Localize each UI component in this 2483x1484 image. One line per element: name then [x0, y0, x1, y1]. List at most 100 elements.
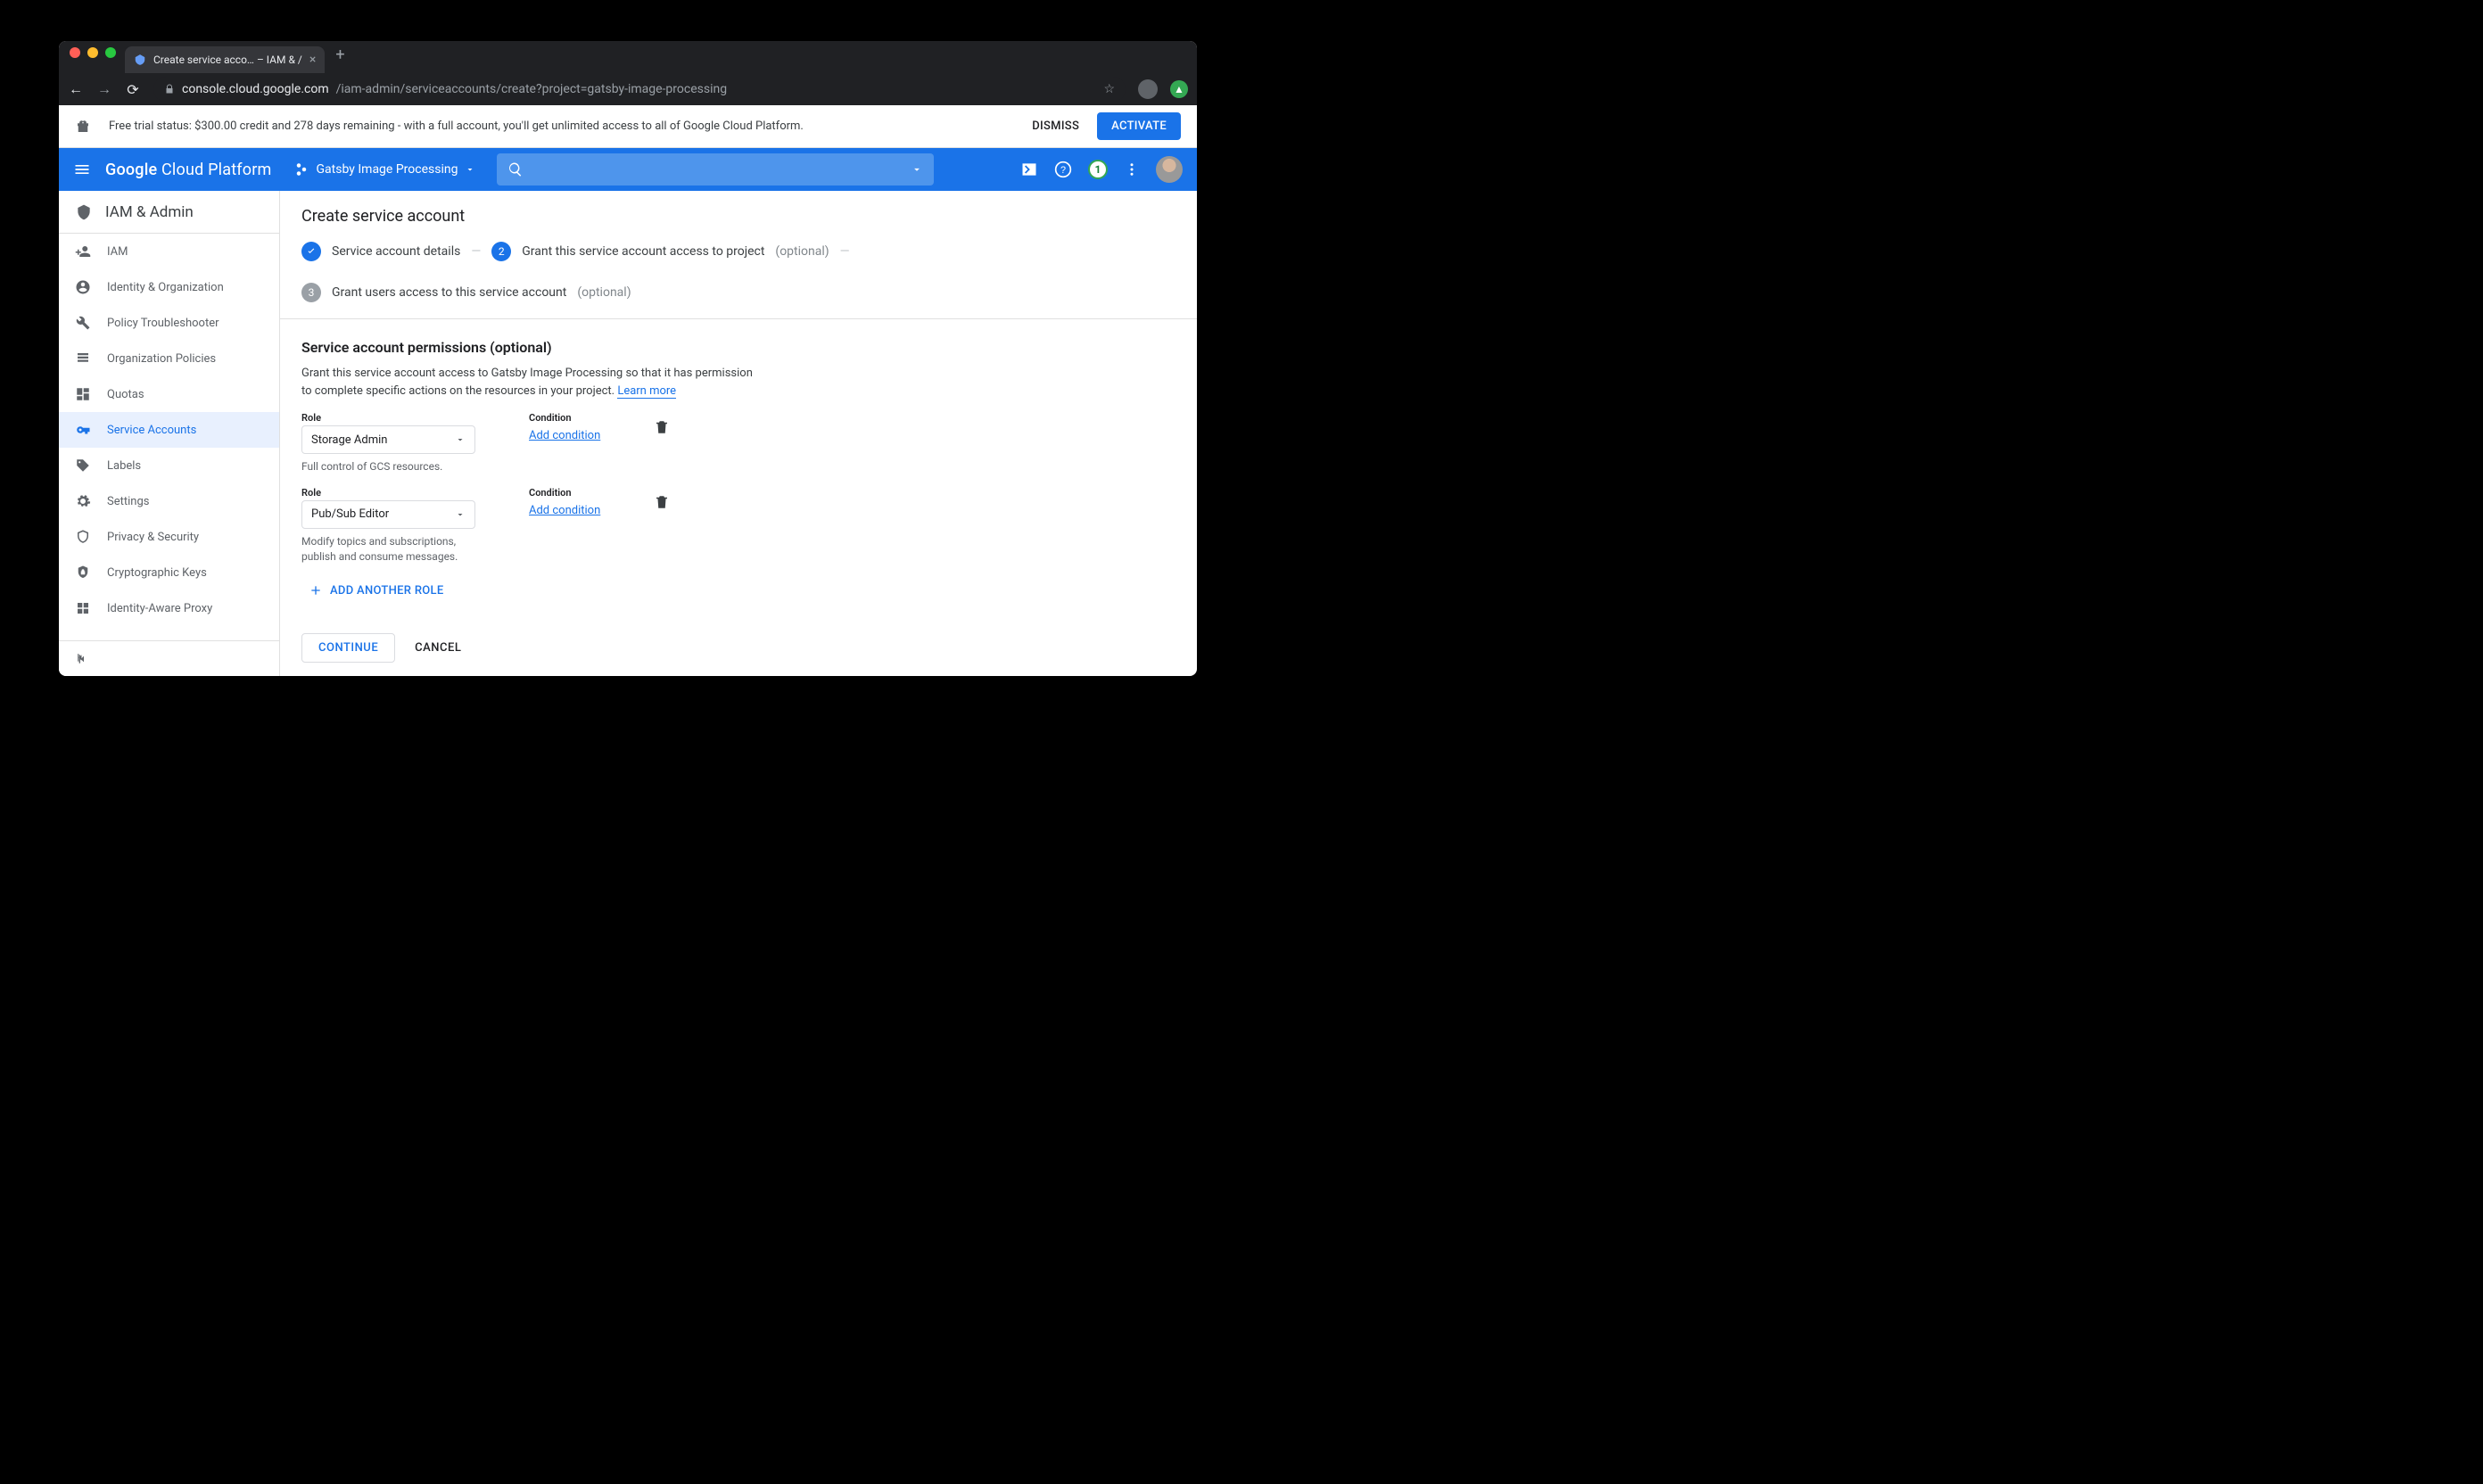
- step-3-optional: (optional): [577, 285, 631, 300]
- condition-label: Condition: [529, 412, 600, 424]
- sidebar-item-crypto-keys[interactable]: Cryptographic Keys: [59, 555, 279, 590]
- extension-icon[interactable]: ▲: [1170, 80, 1188, 98]
- sidebar-collapse-button[interactable]: [59, 640, 279, 676]
- browser-tab[interactable]: Create service acco… – IAM & / ×: [125, 46, 325, 73]
- trial-text: Free trial status: $300.00 credit and 27…: [109, 120, 804, 133]
- add-condition-link[interactable]: Add condition: [529, 429, 600, 442]
- role-select[interactable]: Storage Admin: [301, 425, 475, 454]
- step-2-label[interactable]: Grant this service account access to pro…: [522, 244, 764, 259]
- more-icon[interactable]: [1124, 161, 1140, 177]
- sidebar-item-label: IAM: [107, 245, 128, 259]
- gcp-header: Google Cloud Platform Gatsby Image Proce…: [59, 148, 1197, 191]
- wrench-icon: [75, 315, 91, 331]
- maximize-window-icon[interactable]: [105, 47, 116, 58]
- new-tab-button[interactable]: +: [325, 45, 355, 70]
- forward-button[interactable]: →: [96, 80, 112, 98]
- sidebar-item-quotas[interactable]: Quotas: [59, 376, 279, 412]
- minimize-window-icon[interactable]: [87, 47, 98, 58]
- grid-icon: [75, 600, 91, 616]
- sidebar-item-identity[interactable]: Identity & Organization: [59, 269, 279, 305]
- step-done-icon: [301, 242, 321, 261]
- sidebar-item-label: Cryptographic Keys: [107, 566, 207, 580]
- permissions-section: Service account permissions (optional) G…: [280, 319, 1197, 673]
- permissions-description: Grant this service account access to Gat…: [301, 365, 765, 400]
- shield-outline-icon: [75, 529, 91, 545]
- close-window-icon[interactable]: [70, 47, 80, 58]
- role-select[interactable]: Pub/Sub Editor: [301, 500, 475, 529]
- permissions-heading: Service account permissions (optional): [301, 339, 1176, 356]
- condition-label: Condition: [529, 487, 600, 499]
- continue-button[interactable]: CONTINUE: [301, 633, 395, 663]
- address-bar: ← → ⟳ console.cloud.google.com/iam-admin…: [59, 73, 1197, 105]
- back-button[interactable]: ←: [68, 80, 84, 98]
- sidebar-item-label: Labels: [107, 459, 141, 473]
- profile-avatar-icon[interactable]: [1138, 79, 1158, 99]
- add-another-role-button[interactable]: ADD ANOTHER ROLE: [309, 583, 1176, 598]
- account-avatar[interactable]: [1156, 156, 1183, 183]
- sidebar-item-org-policies[interactable]: Organization Policies: [59, 341, 279, 376]
- dash-icon: —: [840, 244, 850, 259]
- sidebar: IAM & Admin IAM Identity & Organization …: [59, 191, 280, 676]
- sidebar-item-iam[interactable]: IAM: [59, 234, 279, 269]
- help-icon[interactable]: ?: [1054, 161, 1072, 178]
- role-value: Pub/Sub Editor: [311, 507, 389, 521]
- dismiss-button[interactable]: DISMISS: [1032, 120, 1079, 133]
- header-right: ? 1: [1020, 156, 1183, 183]
- role-label: Role: [301, 487, 475, 499]
- gift-icon: [75, 119, 91, 135]
- trial-banner: Free trial status: $300.00 credit and 27…: [59, 105, 1197, 148]
- chevron-left-icon: [75, 652, 89, 666]
- delete-role-button[interactable]: [654, 419, 670, 435]
- tab-title: Create service acco… – IAM & /: [153, 54, 302, 66]
- body: IAM & Admin IAM Identity & Organization …: [59, 191, 1197, 676]
- url-field[interactable]: console.cloud.google.com/iam-admin/servi…: [153, 77, 1126, 102]
- sidebar-title: IAM & Admin: [59, 191, 279, 234]
- role-help: Full control of GCS resources.: [301, 459, 475, 474]
- search-input[interactable]: [532, 162, 902, 177]
- dropdown-icon: [455, 509, 466, 520]
- product-name[interactable]: Google Cloud Platform: [105, 161, 272, 179]
- browser-window: Create service acco… – IAM & / × + ← → ⟳…: [59, 41, 1197, 676]
- sidebar-item-label: Privacy & Security: [107, 531, 199, 544]
- person-add-icon: [75, 243, 91, 260]
- cloud-shell-icon[interactable]: [1020, 161, 1038, 178]
- sidebar-item-label: Service Accounts: [107, 424, 196, 437]
- close-tab-icon[interactable]: ×: [309, 53, 316, 67]
- project-icon: [293, 161, 309, 177]
- trash-icon: [654, 494, 670, 510]
- plus-icon: [309, 583, 323, 598]
- sidebar-item-privacy[interactable]: Privacy & Security: [59, 519, 279, 555]
- learn-more-link[interactable]: Learn more: [617, 384, 676, 399]
- notifications-icon[interactable]: 1: [1088, 160, 1108, 179]
- activate-button[interactable]: ACTIVATE: [1097, 112, 1181, 140]
- step-2-optional: (optional): [775, 244, 829, 259]
- tab-bar: Create service acco… – IAM & / × +: [59, 41, 1197, 73]
- search-bar[interactable]: [497, 153, 934, 186]
- step-3-label[interactable]: Grant users access to this service accou…: [332, 285, 566, 300]
- form-actions: CONTINUE CANCEL: [301, 633, 1176, 663]
- step-1-label[interactable]: Service account details: [332, 244, 460, 259]
- sidebar-item-settings[interactable]: Settings: [59, 483, 279, 519]
- sidebar-item-policy-troubleshooter[interactable]: Policy Troubleshooter: [59, 305, 279, 341]
- trash-icon: [654, 419, 670, 435]
- bookmark-star-icon[interactable]: ☆: [1103, 82, 1115, 96]
- delete-role-button[interactable]: [654, 494, 670, 510]
- search-dropdown-icon[interactable]: [911, 163, 923, 176]
- cancel-button[interactable]: CANCEL: [415, 641, 461, 655]
- reload-button[interactable]: ⟳: [125, 81, 141, 98]
- step-2-badge: 2: [491, 242, 511, 261]
- sidebar-item-labels[interactable]: Labels: [59, 448, 279, 483]
- add-condition-link[interactable]: Add condition: [529, 504, 600, 517]
- stepper: Service account details — 2 Grant this s…: [280, 238, 1197, 319]
- role-label: Role: [301, 412, 475, 424]
- sidebar-item-iap[interactable]: Identity-Aware Proxy: [59, 590, 279, 626]
- sidebar-item-service-accounts[interactable]: Service Accounts: [59, 412, 279, 448]
- lock-shield-icon: [75, 565, 91, 581]
- svg-text:?: ?: [1060, 165, 1066, 176]
- project-picker[interactable]: Gatsby Image Processing: [286, 156, 483, 183]
- lock-icon: [164, 84, 175, 95]
- role-row: Role Storage Admin Full control of GCS r…: [301, 412, 1176, 474]
- url-host: console.cloud.google.com: [182, 82, 329, 96]
- sidebar-item-label: Organization Policies: [107, 352, 216, 366]
- menu-icon[interactable]: [73, 161, 91, 178]
